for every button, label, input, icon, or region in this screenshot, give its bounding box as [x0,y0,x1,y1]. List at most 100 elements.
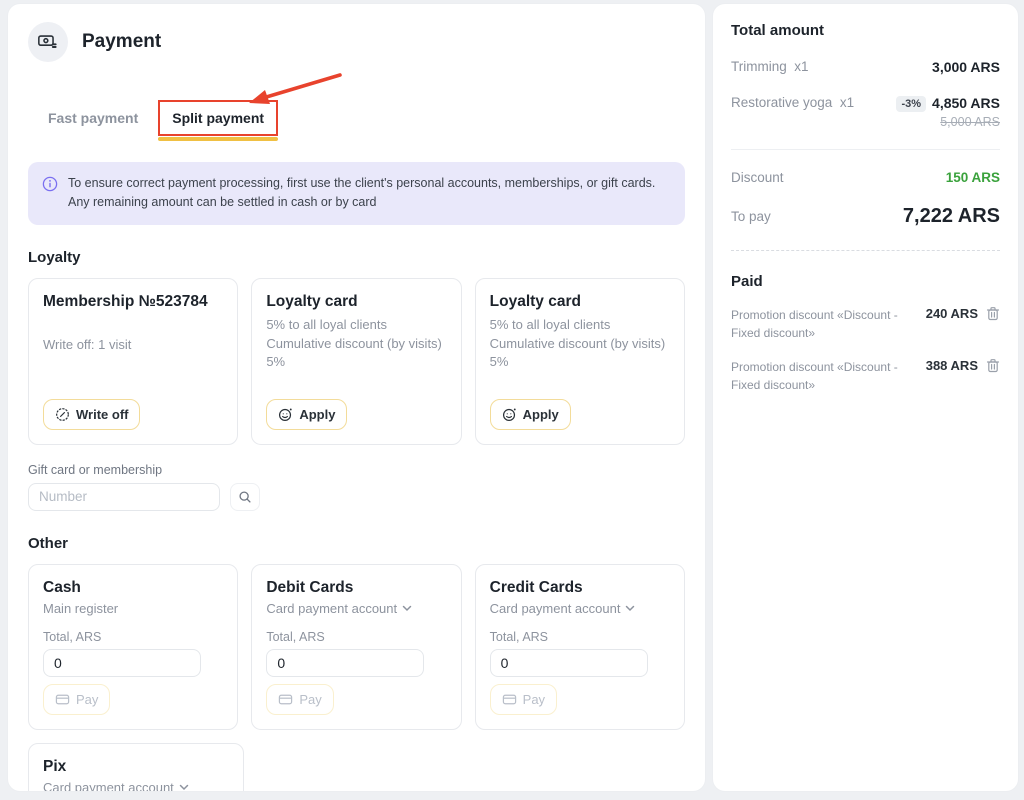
smiley-icon [278,407,293,422]
membership-note: Write off: 1 visit [43,337,223,352]
pay-button-cash[interactable]: Pay [43,684,110,715]
discount-row: Discount 150 ARS [731,170,1000,185]
amount-input-credit[interactable] [490,649,648,677]
loyalty-card-title: Loyalty card [266,293,446,311]
item-label: Trimming [731,59,787,74]
account-dropdown[interactable]: Card payment account [43,780,229,791]
account-dropdown-label: Card payment account [266,601,397,616]
payment-tabs: Fast payment Split payment [38,96,685,140]
item-price: -3% 4,850 ARS [896,95,1000,112]
pay-label: Pay [76,692,98,707]
summary-item: Restorative yoga x1 -3%4,850 ARS 5,000 A… [731,95,1000,129]
card-icon [55,692,70,707]
method-title: Credit Cards [490,579,670,597]
delete-paid-button[interactable] [986,306,1000,321]
membership-card: Membership №523784 Write off: 1 visit Wr… [28,278,238,445]
membership-title: Membership №523784 [43,293,223,311]
account-dropdown[interactable]: Card payment account [266,601,446,616]
method-subtitle-label: Main register [43,601,118,616]
pay-button-debit[interactable]: Pay [266,684,333,715]
payment-icon [28,22,68,62]
paid-item-name: Promotion discount «Discount - Fixed dis… [731,358,901,394]
item-qty: x1 [840,95,854,110]
total-amount-panel: Total amount Trimming x1 3,000 ARS Resto… [713,4,1018,791]
method-card-credit: Credit Cards Card payment account Total,… [475,564,685,730]
discount-percent-badge: -3% [896,96,926,112]
loyalty-cards-row: Membership №523784 Write off: 1 visit Wr… [28,278,685,445]
apply-label: Apply [523,407,559,422]
apply-label: Apply [299,407,335,422]
account-dropdown-label: Card payment account [490,601,621,616]
delete-paid-button[interactable] [986,358,1000,373]
smiley-icon [502,407,517,422]
payment-header: Payment [28,22,685,62]
page-title: Payment [82,31,161,53]
loyalty-card-title: Loyalty card [490,293,670,311]
loyalty-card: Loyalty card 5% to all loyal clients Cum… [475,278,685,445]
apply-button[interactable]: Apply [266,399,347,430]
item-label: Restorative yoga [731,95,832,110]
method-title: Pix [43,758,229,776]
amount-label: Total, ARS [490,630,670,644]
gift-card-label: Gift card or membership [28,463,685,477]
paid-item-amount: 240 ARS [926,306,978,321]
loyalty-card-line: Cumulative discount (by visits) [490,335,670,354]
to-pay-value: 7,222 ARS [903,205,1000,228]
item-qty: x1 [794,59,808,74]
write-off-button[interactable]: Write off [43,399,140,430]
chevron-down-icon [625,605,635,612]
method-title: Debit Cards [266,579,446,597]
info-banner-line1: To ensure correct payment processing, fi… [68,176,655,190]
pay-label: Pay [299,692,321,707]
paid-item: Promotion discount «Discount - Fixed dis… [731,358,1000,394]
pay-label: Pay [523,692,545,707]
divider [731,149,1000,150]
method-card-cash: Cash Main register Total, ARS Pay [28,564,238,730]
account-dropdown[interactable]: Card payment account [490,601,670,616]
method-card-pix: Pix Card payment account Total, ARS [28,743,244,791]
dashed-divider [731,250,1000,251]
apply-button[interactable]: Apply [490,399,571,430]
to-pay-label: To pay [731,209,771,224]
trash-icon [986,358,1000,373]
other-heading: Other [28,535,685,552]
pay-button-credit[interactable]: Pay [490,684,557,715]
account-dropdown-label: Card payment account [43,780,174,791]
loyalty-card-line: Cumulative discount (by visits) [266,335,446,354]
write-off-label: Write off [76,407,128,422]
pix-row: Pix Card payment account Total, ARS [28,743,685,791]
chevron-down-icon [179,784,189,791]
loyalty-heading: Loyalty [28,249,685,266]
card-icon [502,692,517,707]
discount-badge-icon [55,407,70,422]
method-subtitle: Main register [43,601,223,616]
tab-fast-payment[interactable]: Fast payment [38,102,148,134]
paid-item-amount: 388 ARS [926,358,978,373]
to-pay-row: To pay 7,222 ARS [731,205,1000,228]
discount-value: 150 ARS [946,170,1000,185]
info-banner-text: To ensure correct payment processing, fi… [68,174,655,213]
item-price-value: 4,850 ARS [932,95,1000,111]
tab-split-payment[interactable]: Split payment [172,110,264,126]
method-card-debit: Debit Cards Card payment account Total, … [251,564,461,730]
discount-label: Discount [731,170,784,185]
item-price: 3,000 ARS [932,59,1000,75]
item-name: Restorative yoga x1 [731,95,854,110]
paid-item-name: Promotion discount «Discount - Fixed dis… [731,306,901,342]
search-button[interactable] [230,483,260,511]
amount-label: Total, ARS [266,630,446,644]
card-icon [278,692,293,707]
paid-heading: Paid [731,273,1000,290]
total-amount-title: Total amount [731,22,1000,39]
amount-label: Total, ARS [43,630,223,644]
loyalty-card-line: 5% to all loyal clients [490,316,670,335]
amount-input-debit[interactable] [266,649,424,677]
loyalty-card-line: 5% to all loyal clients [266,316,446,335]
amount-input-cash[interactable] [43,649,201,677]
payment-panel: Payment Fast payment Split payment To en… [8,4,705,791]
loyalty-card-line: 5% [266,353,446,372]
info-banner-line2: Any remaining amount can be settled in c… [68,195,377,209]
active-tab-underline [158,137,278,141]
paid-item: Promotion discount «Discount - Fixed dis… [731,306,1000,342]
gift-number-input[interactable] [28,483,220,511]
